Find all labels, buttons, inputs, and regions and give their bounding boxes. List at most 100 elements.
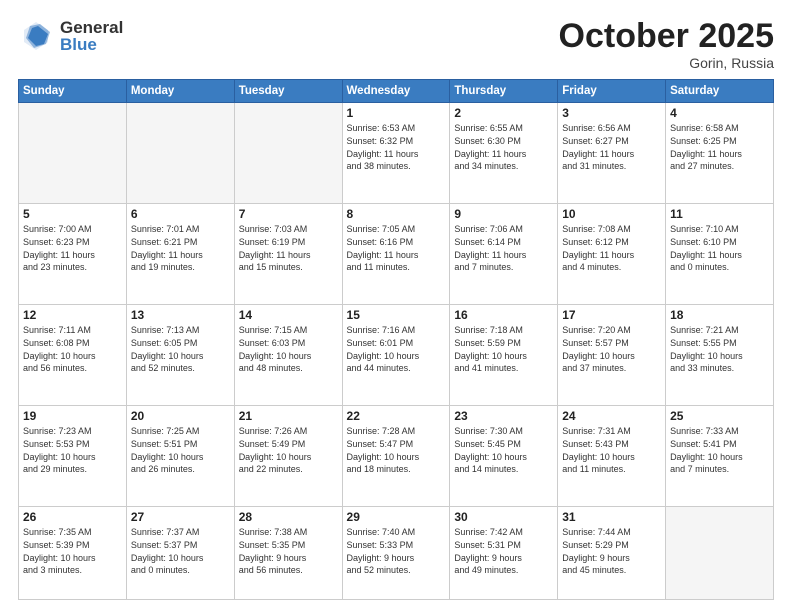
logo-blue-text: Blue bbox=[60, 36, 123, 53]
calendar-cell: 22 Sunrise: 7:28 AM Sunset: 5:47 PM Dayli… bbox=[342, 406, 450, 507]
day-number: 23 bbox=[454, 409, 553, 423]
day-info: Sunrise: 6:56 AM Sunset: 6:27 PM Dayligh… bbox=[562, 122, 661, 172]
col-saturday: Saturday bbox=[666, 80, 774, 103]
calendar-cell: 23 Sunrise: 7:30 AM Sunset: 5:45 PM Dayli… bbox=[450, 406, 558, 507]
calendar-cell: 11 Sunrise: 7:10 AM Sunset: 6:10 PM Dayli… bbox=[666, 204, 774, 305]
day-number: 25 bbox=[670, 409, 769, 423]
day-number: 24 bbox=[562, 409, 661, 423]
col-sunday: Sunday bbox=[19, 80, 127, 103]
calendar-cell: 15Sunrise: 7:16 AM Sunset: 6:01 PM Dayli… bbox=[342, 305, 450, 406]
calendar-table: Sunday Monday Tuesday Wednesday Thursday… bbox=[18, 79, 774, 600]
calendar-cell: 18 Sunrise: 7:21 AM Sunset: 5:55 PM Dayli… bbox=[666, 305, 774, 406]
calendar-cell: 10 Sunrise: 7:08 AM Sunset: 6:12 PM Dayli… bbox=[558, 204, 666, 305]
calendar-cell: 14Sunrise: 7:15 AM Sunset: 6:03 PM Dayli… bbox=[234, 305, 342, 406]
day-number: 10 bbox=[562, 207, 661, 221]
week-row-1: 1 Sunrise: 6:53 AM Sunset: 6:32 PM Daylig… bbox=[19, 103, 774, 204]
day-info: Sunrise: 7:01 AM Sunset: 6:21 PM Dayligh… bbox=[131, 223, 230, 273]
day-number: 21 bbox=[239, 409, 338, 423]
calendar-cell: 7 Sunrise: 7:03 AM Sunset: 6:19 PM Daylig… bbox=[234, 204, 342, 305]
day-info: Sunrise: 7:10 AM Sunset: 6:10 PM Dayligh… bbox=[670, 223, 769, 273]
calendar-cell: 9 Sunrise: 7:06 AM Sunset: 6:14 PM Daylig… bbox=[450, 204, 558, 305]
day-number: 8 bbox=[347, 207, 446, 221]
day-info: Sunrise: 7:08 AM Sunset: 6:12 PM Dayligh… bbox=[562, 223, 661, 273]
calendar-cell: 26 Sunrise: 7:35 AM Sunset: 5:39 PM Dayli… bbox=[19, 507, 127, 600]
day-info: Sunrise: 6:53 AM Sunset: 6:32 PM Dayligh… bbox=[347, 122, 446, 172]
day-number: 1 bbox=[347, 106, 446, 120]
calendar-cell: 2Sunrise: 6:55 AM Sunset: 6:30 PM Daylig… bbox=[450, 103, 558, 204]
day-info: Sunrise: 7:05 AM Sunset: 6:16 PM Dayligh… bbox=[347, 223, 446, 273]
col-friday: Friday bbox=[558, 80, 666, 103]
day-number: 26 bbox=[23, 510, 122, 524]
day-number: 16 bbox=[454, 308, 553, 322]
calendar-cell: 3Sunrise: 6:56 AM Sunset: 6:27 PM Daylig… bbox=[558, 103, 666, 204]
col-tuesday: Tuesday bbox=[234, 80, 342, 103]
day-number: 6 bbox=[131, 207, 230, 221]
week-row-4: 19Sunrise: 7:23 AM Sunset: 5:53 PM Dayli… bbox=[19, 406, 774, 507]
calendar-cell bbox=[126, 103, 234, 204]
day-info: Sunrise: 7:16 AM Sunset: 6:01 PM Dayligh… bbox=[347, 324, 446, 374]
week-row-5: 26 Sunrise: 7:35 AM Sunset: 5:39 PM Dayli… bbox=[19, 507, 774, 600]
week-row-2: 5Sunrise: 7:00 AM Sunset: 6:23 PM Daylig… bbox=[19, 204, 774, 305]
day-info: Sunrise: 7:15 AM Sunset: 6:03 PM Dayligh… bbox=[239, 324, 338, 374]
calendar-cell bbox=[666, 507, 774, 600]
header: General Blue October 2025 Gorin, Russia bbox=[18, 18, 774, 71]
calendar-cell: 6 Sunrise: 7:01 AM Sunset: 6:21 PM Daylig… bbox=[126, 204, 234, 305]
calendar-cell: 5Sunrise: 7:00 AM Sunset: 6:23 PM Daylig… bbox=[19, 204, 127, 305]
page: General Blue October 2025 Gorin, Russia … bbox=[0, 0, 792, 612]
day-number: 9 bbox=[454, 207, 553, 221]
day-info: Sunrise: 7:06 AM Sunset: 6:14 PM Dayligh… bbox=[454, 223, 553, 273]
day-info: Sunrise: 7:33 AM Sunset: 5:41 PM Dayligh… bbox=[670, 425, 769, 475]
calendar-cell: 16 Sunrise: 7:18 AM Sunset: 5:59 PM Dayli… bbox=[450, 305, 558, 406]
day-number: 4 bbox=[670, 106, 769, 120]
calendar-cell: 1 Sunrise: 6:53 AM Sunset: 6:32 PM Daylig… bbox=[342, 103, 450, 204]
day-number: 22 bbox=[347, 409, 446, 423]
day-info: Sunrise: 7:21 AM Sunset: 5:55 PM Dayligh… bbox=[670, 324, 769, 374]
month-title: October 2025 bbox=[559, 18, 774, 55]
calendar-cell: 8 Sunrise: 7:05 AM Sunset: 6:16 PM Daylig… bbox=[342, 204, 450, 305]
day-info: Sunrise: 7:31 AM Sunset: 5:43 PM Dayligh… bbox=[562, 425, 661, 475]
day-number: 29 bbox=[347, 510, 446, 524]
day-number: 11 bbox=[670, 207, 769, 221]
logo-icon bbox=[18, 18, 54, 54]
day-number: 13 bbox=[131, 308, 230, 322]
col-monday: Monday bbox=[126, 80, 234, 103]
day-info: Sunrise: 7:35 AM Sunset: 5:39 PM Dayligh… bbox=[23, 526, 122, 576]
day-info: Sunrise: 7:11 AM Sunset: 6:08 PM Dayligh… bbox=[23, 324, 122, 374]
col-thursday: Thursday bbox=[450, 80, 558, 103]
col-wednesday: Wednesday bbox=[342, 80, 450, 103]
day-info: Sunrise: 7:37 AM Sunset: 5:37 PM Dayligh… bbox=[131, 526, 230, 576]
day-info: Sunrise: 7:30 AM Sunset: 5:45 PM Dayligh… bbox=[454, 425, 553, 475]
calendar-cell bbox=[19, 103, 127, 204]
day-info: Sunrise: 7:18 AM Sunset: 5:59 PM Dayligh… bbox=[454, 324, 553, 374]
day-number: 5 bbox=[23, 207, 122, 221]
day-info: Sunrise: 6:58 AM Sunset: 6:25 PM Dayligh… bbox=[670, 122, 769, 172]
day-number: 20 bbox=[131, 409, 230, 423]
day-number: 17 bbox=[562, 308, 661, 322]
day-info: Sunrise: 7:42 AM Sunset: 5:31 PM Dayligh… bbox=[454, 526, 553, 576]
logo: General Blue bbox=[18, 18, 123, 54]
weekday-row: Sunday Monday Tuesday Wednesday Thursday… bbox=[19, 80, 774, 103]
calendar-header: Sunday Monday Tuesday Wednesday Thursday… bbox=[19, 80, 774, 103]
day-number: 30 bbox=[454, 510, 553, 524]
day-info: Sunrise: 7:44 AM Sunset: 5:29 PM Dayligh… bbox=[562, 526, 661, 576]
logo-general-text: General bbox=[60, 19, 123, 36]
calendar-cell: 21 Sunrise: 7:26 AM Sunset: 5:49 PM Dayli… bbox=[234, 406, 342, 507]
day-info: Sunrise: 7:40 AM Sunset: 5:33 PM Dayligh… bbox=[347, 526, 446, 576]
day-number: 7 bbox=[239, 207, 338, 221]
day-info: Sunrise: 7:38 AM Sunset: 5:35 PM Dayligh… bbox=[239, 526, 338, 576]
calendar-cell: 24 Sunrise: 7:31 AM Sunset: 5:43 PM Dayli… bbox=[558, 406, 666, 507]
day-info: Sunrise: 7:25 AM Sunset: 5:51 PM Dayligh… bbox=[131, 425, 230, 475]
day-number: 18 bbox=[670, 308, 769, 322]
calendar-cell: 19Sunrise: 7:23 AM Sunset: 5:53 PM Dayli… bbox=[19, 406, 127, 507]
day-number: 2 bbox=[454, 106, 553, 120]
calendar-cell: 28Sunrise: 7:38 AM Sunset: 5:35 PM Dayli… bbox=[234, 507, 342, 600]
calendar-cell: 20 Sunrise: 7:25 AM Sunset: 5:51 PM Dayli… bbox=[126, 406, 234, 507]
week-row-3: 12 Sunrise: 7:11 AM Sunset: 6:08 PM Dayli… bbox=[19, 305, 774, 406]
calendar-cell: 31Sunrise: 7:44 AM Sunset: 5:29 PM Dayli… bbox=[558, 507, 666, 600]
day-info: Sunrise: 7:28 AM Sunset: 5:47 PM Dayligh… bbox=[347, 425, 446, 475]
title-block: October 2025 Gorin, Russia bbox=[559, 18, 774, 71]
calendar-cell: 4 Sunrise: 6:58 AM Sunset: 6:25 PM Daylig… bbox=[666, 103, 774, 204]
day-info: Sunrise: 7:03 AM Sunset: 6:19 PM Dayligh… bbox=[239, 223, 338, 273]
day-info: Sunrise: 7:26 AM Sunset: 5:49 PM Dayligh… bbox=[239, 425, 338, 475]
day-number: 12 bbox=[23, 308, 122, 322]
